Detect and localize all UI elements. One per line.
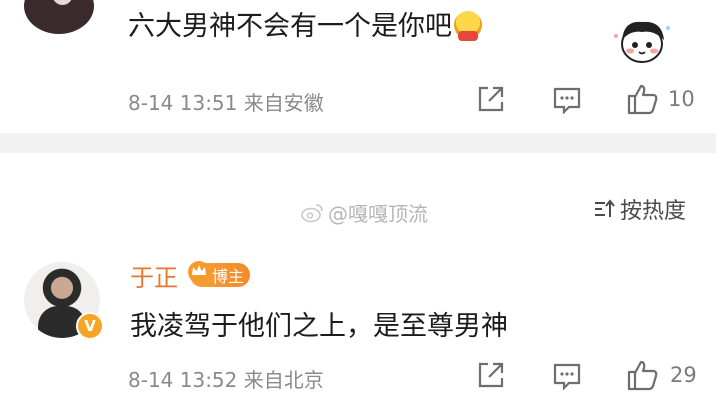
watermark: @嘎嘎顶流 xyxy=(300,198,428,227)
sort-icon xyxy=(595,199,615,217)
comment-icon[interactable] xyxy=(552,86,582,114)
comment-meta-1: 8-14 13:51 来自安徽 xyxy=(128,91,324,115)
weibo-logo-icon xyxy=(301,203,323,222)
crown-icon xyxy=(188,261,210,283)
section-divider xyxy=(0,133,716,153)
comment-text-2: 我凌驾于他们之上，是至尊男神 xyxy=(130,311,508,342)
comment-card-1: 六大男神不会有一个是你吧 8-14 13:51 来自安徽 10 xyxy=(0,0,716,133)
like-count-1: 10 xyxy=(668,87,695,111)
author-name[interactable]: 于正 xyxy=(130,258,178,293)
avatar[interactable] xyxy=(24,0,94,34)
like-count-2: 29 xyxy=(670,363,697,387)
share-icon[interactable] xyxy=(476,361,506,389)
like-icon[interactable] xyxy=(626,83,660,115)
share-icon[interactable] xyxy=(476,85,506,113)
comment-icon[interactable] xyxy=(552,362,582,390)
like-icon[interactable] xyxy=(626,359,660,391)
verified-badge-icon: V xyxy=(76,312,104,340)
cartoon-sticker-icon xyxy=(614,21,670,63)
sort-by-hot-button[interactable]: 按热度 xyxy=(592,193,686,225)
hug-emoji-icon xyxy=(454,11,482,41)
comment-meta-2: 8-14 13:52 来自北京 xyxy=(128,368,324,392)
comment-text-1: 六大男神不会有一个是你吧 xyxy=(128,4,482,43)
